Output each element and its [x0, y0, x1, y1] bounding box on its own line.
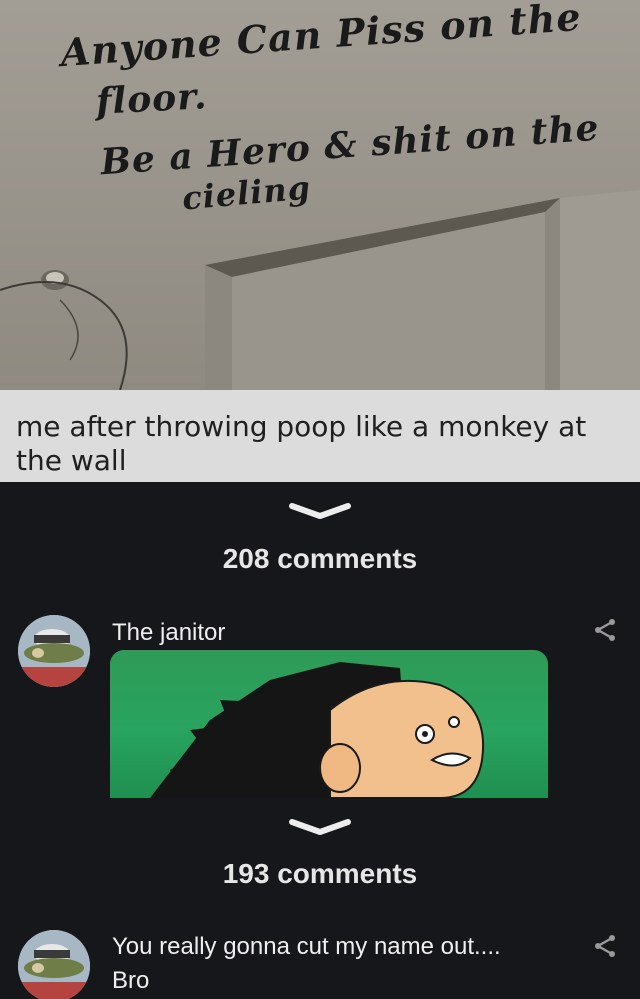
- comment-count[interactable]: 193 comments: [0, 858, 640, 890]
- meme-photo: Anyone Can Piss on the floor. Be a Hero …: [0, 0, 640, 390]
- avatar[interactable]: [18, 615, 90, 687]
- comment-image[interactable]: [110, 650, 548, 798]
- handwriting-line: floor.: [94, 75, 209, 123]
- comment-text: You really gonna cut my name out.... Bro: [112, 933, 501, 994]
- meme-caption: me after throwing poop like a monkey at …: [0, 390, 640, 482]
- comment-text: The janitor: [112, 619, 226, 646]
- chevron-down-icon[interactable]: [286, 500, 354, 522]
- comment-count[interactable]: 208 comments: [0, 543, 640, 575]
- share-icon[interactable]: [592, 618, 618, 642]
- avatar[interactable]: [18, 930, 90, 999]
- cartoon-character: [150, 662, 484, 798]
- share-icon[interactable]: [592, 934, 618, 958]
- chevron-down-icon[interactable]: [286, 816, 354, 838]
